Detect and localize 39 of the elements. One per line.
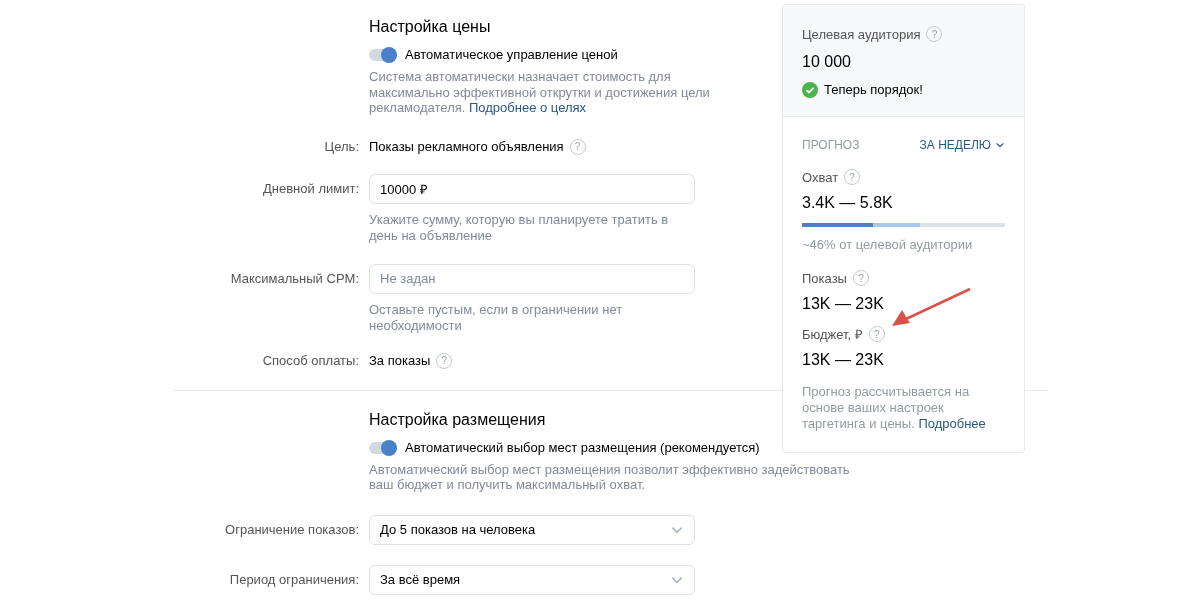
field-value: За показы xyxy=(369,352,431,369)
description-text: Автоматический выбор мест размещения позволит эффективно задействовать ваш бюджет и получить максимальный охват. xyxy=(369,461,851,493)
field-label: Дневной лимит: xyxy=(263,179,359,198)
field-label: Цель: xyxy=(324,137,359,156)
section-title: Настройка размещения xyxy=(369,409,546,430)
goals-link[interactable]: Подробнее о целях xyxy=(469,100,587,115)
input-field[interactable]: Не задан xyxy=(369,263,695,294)
forecast-footnote: Прогноз рассчитывается на основе ваших настроек таргетинга и цены. Подробнее xyxy=(802,384,987,432)
section-title: Настройка цены xyxy=(369,17,491,37)
field-label: Период ограничения: xyxy=(229,570,359,589)
check-circle-icon xyxy=(802,82,818,98)
field-hint: Оставьте пустым, если в ограничении нет необходимости xyxy=(369,301,624,334)
forecast-label: ПРОГНОЗ xyxy=(802,138,860,152)
select-field[interactable]: До 5 показов на человека xyxy=(369,514,695,545)
period-dropdown[interactable]: ЗА НЕДЕЛЮ xyxy=(919,138,1005,152)
status-text: Теперь порядок! xyxy=(824,82,923,98)
metric-label: Охват xyxy=(802,169,839,185)
chevron-down-icon xyxy=(995,140,1005,150)
metric-label: Бюджет, ₽ xyxy=(802,326,863,343)
field-label: Ограничение показов: xyxy=(225,520,359,539)
audience-label: Целевая аудитория xyxy=(802,26,921,42)
field-value: Показы рекламного объявления xyxy=(369,138,564,155)
field-label: Способ оплаты: xyxy=(262,351,359,370)
metric-value: 3.4K — 5.8K xyxy=(802,193,894,213)
input-field[interactable]: 10000 ₽ xyxy=(369,173,695,204)
metric-value: 13K — 23K xyxy=(802,350,885,370)
audience-value: 10 000 xyxy=(802,52,852,72)
toggle-switch[interactable] xyxy=(369,49,397,61)
toggle-label: Автоматический выбор мест размещения (рекомендуется) xyxy=(405,439,760,456)
toggle-label: Автоматическое управление ценой xyxy=(405,47,618,63)
field-label: Максимальный CPM: xyxy=(230,269,359,288)
more-link[interactable]: Подробнее xyxy=(918,416,986,431)
metric-note: ~46% от целевой аудитории xyxy=(802,237,974,252)
select-field[interactable]: За всё время xyxy=(369,564,695,595)
description-text: Система автоматически назначает стоимость для максимально эффективной открутки и достижения цели рекламодателя. Подробнее о целях xyxy=(369,69,711,116)
metric-label: Показы xyxy=(802,270,847,286)
toggle-switch[interactable] xyxy=(369,441,397,454)
metric-value: 13K — 23K xyxy=(802,294,885,314)
field-hint: Укажите сумму, которую вы планируете тратить в день на объявление xyxy=(369,211,670,244)
